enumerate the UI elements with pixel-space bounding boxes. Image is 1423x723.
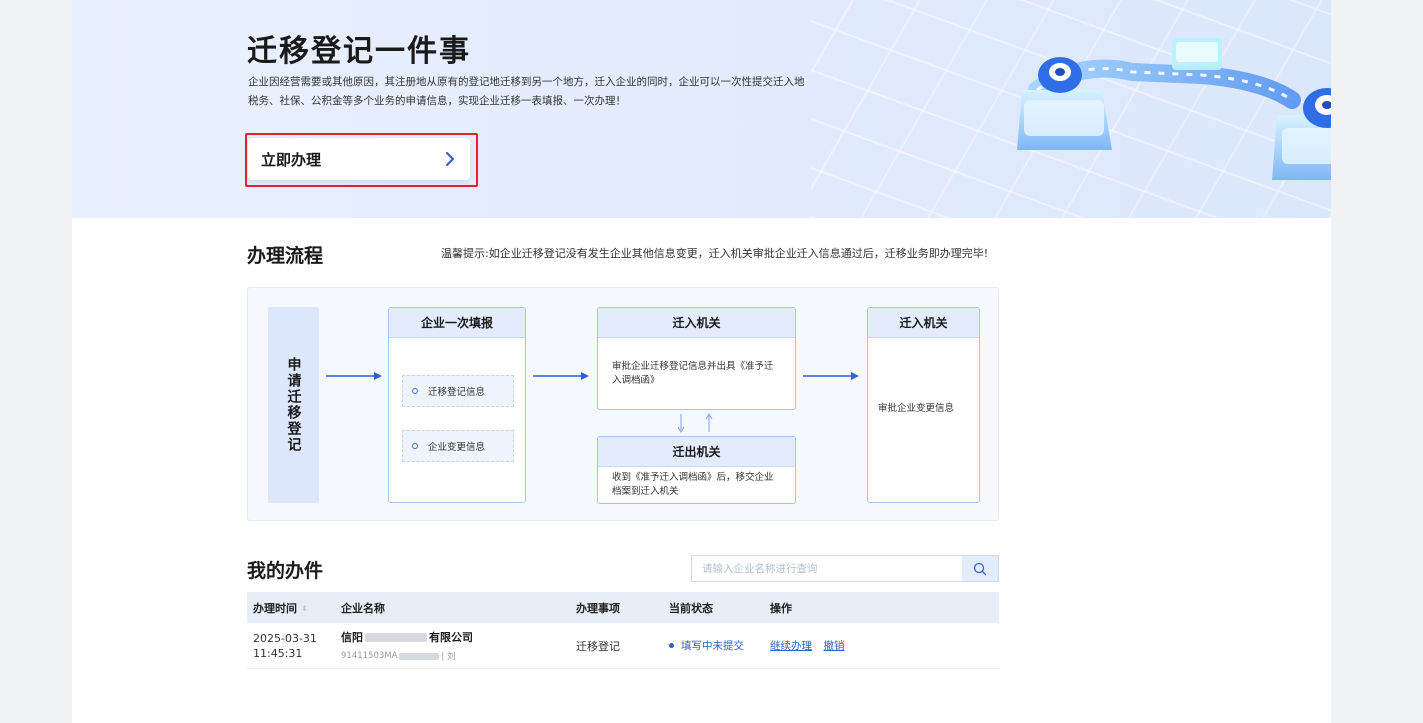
item-cell: 迁移登记 (576, 639, 620, 653)
start-now-button[interactable]: 立即办理 (248, 138, 470, 180)
status-label: 填写中未提交 (681, 640, 744, 652)
step2-title: 迁入机关 (598, 308, 795, 338)
company-name-suffix: 有限公司 (429, 631, 473, 644)
status-dot-icon (669, 643, 674, 648)
column-label: 办理时间 (253, 601, 297, 615)
sub-item-migration-info: 迁移登记信息 (402, 375, 514, 407)
step-approve-change: 迁入机关 审批企业变更信息 (867, 307, 980, 503)
banner-description: 企业因经营需要或其他原因，其注册地从原有的登记地迁移到另一个地方，迁入企业的同时… (248, 73, 858, 111)
step-emigration-office: 迁出机关 收到《准予迁入调档函》后，移交企业档案到迁入机关 (597, 436, 796, 504)
step1-title: 企业一次填报 (389, 308, 525, 338)
arrow-right-icon (326, 372, 382, 380)
step3-title: 迁出机关 (598, 437, 795, 467)
step4-desc: 审批企业变更信息 (878, 403, 955, 414)
process-tip: 温馨提示:如企业迁移登记没有发生企业其他信息变更，迁入机关审批企业迁入信息通过后… (441, 247, 989, 260)
redacted-text (365, 632, 427, 642)
arrow-right-icon (803, 372, 859, 380)
company-name-cell: 信阳 有限公司 91411503MA | 刘 (341, 629, 576, 662)
company-search (691, 555, 999, 582)
column-item: 办理事项 (576, 601, 620, 615)
column-status: 当前状态 (669, 601, 713, 615)
sub-item-label: 企业变更信息 (428, 442, 486, 453)
credit-code-prefix: 91411503MA (341, 651, 398, 661)
actions-cell: 继续办理 撤销 (770, 638, 999, 653)
step-approve-migration: 迁入机关 审批企业迁移登记信息并出具《准予迁入调档函》 (597, 307, 796, 410)
step2-desc: 审批企业迁移登记信息并出具《准予迁入调档函》 (612, 361, 774, 386)
table-header: 办理时间 ⬍ 企业名称 办理事项 当前状态 操作 (247, 592, 999, 623)
chevron-right-icon (444, 151, 456, 167)
status-cell: 填写中未提交 (669, 638, 770, 653)
apply-migration-column: 申请迁移登记 (268, 307, 319, 503)
circle-bullet-icon (412, 388, 418, 394)
page-title: 迁移登记一件事 (247, 34, 471, 69)
column-actions: 操作 (770, 601, 792, 615)
handle-time-cell: 2025-03-31 11:45:31 (247, 631, 341, 661)
handle-date: 2025-03-31 (253, 631, 317, 645)
page: 迁移登记一件事 企业因经营需要或其他原因，其注册地从原有的登记地迁移到另一个地方… (72, 0, 1331, 723)
banner-description-line2: 税务、社保、公积金等多个业务的申请信息，实现企业迁移一表填报、一次办理！ (248, 95, 626, 107)
column-handle-time[interactable]: 办理时间 ⬍ (247, 600, 341, 616)
circle-bullet-icon (412, 443, 418, 449)
hero-banner: 迁移登记一件事 企业因经营需要或其他原因，其注册地从原有的登记地迁移到另一个地方… (72, 0, 1331, 218)
start-now-label: 立即办理 (261, 150, 322, 169)
company-name: 信阳 有限公司 (341, 629, 576, 645)
search-button[interactable] (962, 556, 998, 581)
sub-item-change-info: 企业变更信息 (402, 430, 514, 462)
sort-icon[interactable]: ⬍ (301, 604, 308, 613)
my-items-title: 我的办件 (247, 560, 324, 582)
company-search-input[interactable] (692, 556, 962, 581)
banner-description-line1: 企业因经营需要或其他原因，其注册地从原有的登记地迁移到另一个地方，迁入企业的同时… (248, 76, 805, 88)
sub-item-label: 迁移登记信息 (428, 387, 486, 398)
redacted-text (399, 652, 440, 660)
process-flow: 申请迁移登记 企业一次填报 迁移登记信息 企业变更信息 迁入机关 审批企业迁移登… (247, 287, 999, 521)
credit-code: 91411503MA | 刘 (341, 650, 576, 662)
table-row: 2025-03-31 11:45:31 信阳 有限公司 91411503MA |… (247, 623, 999, 669)
credit-code-suffix: | 刘 (441, 652, 456, 662)
migration-illustration (1017, 38, 1331, 180)
company-name-prefix: 信阳 (341, 631, 363, 644)
continue-button[interactable]: 继续办理 (770, 640, 812, 652)
step3-desc: 收到《准予迁入调档函》后，移交企业档案到迁入机关 (612, 472, 774, 497)
apply-migration-label: 申请迁移登记 (285, 357, 302, 453)
search-icon (973, 562, 987, 575)
my-items-table: 办理时间 ⬍ 企业名称 办理事项 当前状态 操作 2025-03-31 11:45… (247, 592, 999, 669)
revoke-button[interactable]: 撤销 (824, 640, 845, 652)
step4-title: 迁入机关 (868, 308, 979, 338)
status-badge: 填写中未提交 (669, 638, 770, 653)
column-company-name: 企业名称 (341, 601, 385, 615)
process-title: 办理流程 (247, 245, 324, 267)
arrow-right-icon (533, 372, 589, 380)
bidirectional-arrow-icon (677, 413, 713, 433)
handle-time: 11:45:31 (253, 646, 303, 660)
step-enterprise-fill: 企业一次填报 迁移登记信息 企业变更信息 (388, 307, 526, 503)
